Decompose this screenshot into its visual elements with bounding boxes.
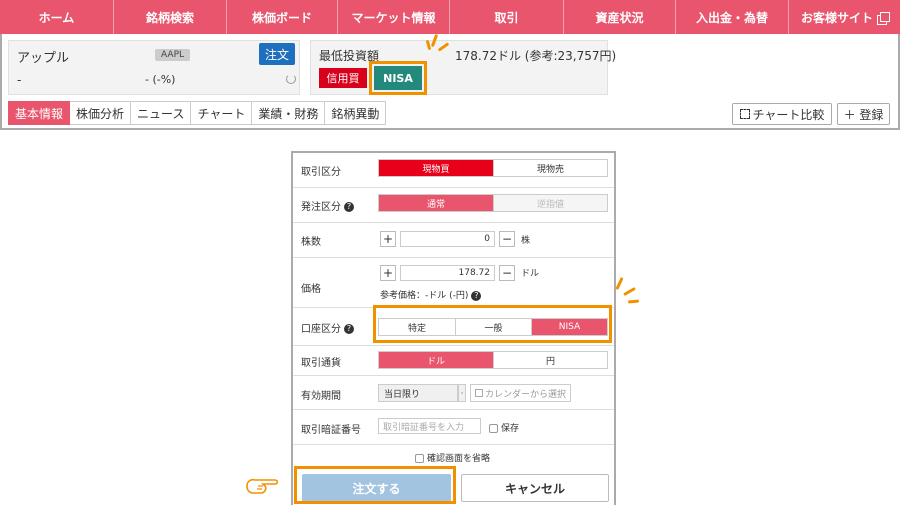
- help-icon[interactable]: ?: [344, 202, 354, 212]
- pin-label: 取引暗証番号: [301, 425, 361, 436]
- currency-row: 取引通貨 ドル 円: [293, 346, 614, 376]
- tab-chart[interactable]: チャート: [191, 101, 253, 125]
- stock-change: - (-%): [145, 73, 176, 86]
- order-type-label-text: 発注区分: [301, 202, 341, 213]
- nisa-button[interactable]: NISA: [374, 66, 422, 90]
- currency-usd[interactable]: ドル: [379, 352, 494, 368]
- tab-news[interactable]: ニュース: [131, 101, 192, 125]
- order-type-row: 発注区分? 通常 逆指値: [293, 188, 614, 223]
- min-invest-amount: 178.72ドル (参考:23,757円): [455, 49, 617, 63]
- stock-subtabs: 基本情報 株価分析 ニュース チャート 業績・財務 銘柄異動: [8, 101, 387, 125]
- price-input[interactable]: 178.72: [400, 265, 495, 281]
- register-button[interactable]: ＋ 登録: [837, 103, 890, 125]
- min-invest-box: 最低投資額 178.72ドル (参考:23,757円) 信用買: [310, 40, 616, 95]
- calendar-select-button[interactable]: カレンダーから選択: [470, 384, 572, 402]
- qty-label: 株数: [301, 237, 321, 248]
- top-nav: ホーム 銘柄検索 株価ボード マーケット情報 取引 資産状況 入出金・為替 お客…: [0, 0, 900, 34]
- chart-compare-button[interactable]: チャート比較: [732, 103, 832, 125]
- pin-save-checkbox[interactable]: [489, 424, 498, 433]
- calendar-select-label: カレンダーから選択: [485, 389, 567, 400]
- pin-save-label: 保存: [501, 424, 520, 434]
- expiry-label: 有効期間: [301, 391, 341, 402]
- chart-compare-label: チャート比較: [752, 107, 825, 122]
- price-reference-text: 参考価格：-ドル (-円): [380, 291, 469, 301]
- stock-info: アップル AAPL 注文 - - (-%): [8, 40, 300, 95]
- nav-stock-board[interactable]: 株価ボード: [227, 0, 338, 34]
- submit-highlight: [294, 466, 456, 504]
- nav-assets[interactable]: 資産状況: [564, 0, 676, 34]
- nav-stock-search[interactable]: 銘柄検索: [114, 0, 227, 34]
- order-button[interactable]: 注文: [259, 43, 295, 65]
- order-type-toggle: 通常 逆指値: [378, 194, 608, 212]
- qty-unit: 株: [521, 236, 531, 246]
- nav-customer-site-label: お客様サイト: [800, 10, 873, 25]
- account-label-text: 口座区分: [301, 324, 341, 335]
- calendar-icon: [475, 389, 483, 397]
- external-link-icon: [877, 11, 890, 25]
- credit-buy-button[interactable]: 信用買: [319, 68, 367, 88]
- trade-type-sell[interactable]: 現物売: [494, 160, 607, 176]
- trade-type-label: 取引区分: [301, 167, 341, 178]
- order-type-label: 発注区分?: [301, 198, 354, 213]
- nav-customer-site[interactable]: お客様サイト: [789, 0, 900, 34]
- pin-input[interactable]: 取引暗証番号を入力: [378, 418, 481, 434]
- ticker-badge: AAPL: [155, 49, 191, 61]
- nav-market-info[interactable]: マーケット情報: [338, 0, 450, 34]
- qty-plus-button[interactable]: +: [380, 231, 396, 247]
- order-type-normal[interactable]: 通常: [379, 195, 494, 211]
- tab-stock-changes[interactable]: 銘柄異動: [325, 101, 387, 125]
- qty-input[interactable]: 0: [400, 231, 495, 247]
- help-icon[interactable]: ?: [471, 290, 482, 301]
- attention-burst-icon: [425, 33, 455, 64]
- nav-deposit-exchange[interactable]: 入出金・為替: [676, 0, 789, 34]
- tab-price-analysis[interactable]: 株価分析: [70, 101, 132, 125]
- attention-burst-icon: [612, 276, 646, 309]
- tab-basic-info[interactable]: 基本情報: [8, 101, 71, 125]
- cancel-button[interactable]: キャンセル: [461, 474, 609, 502]
- price-label: 価格: [301, 284, 321, 295]
- chart-compare-icon: [739, 109, 750, 119]
- pin-row: 取引暗証番号 取引暗証番号を入力 保存: [293, 410, 614, 445]
- expiry-select[interactable]: 当日限り: [378, 384, 458, 402]
- pointing-hand-icon: [246, 478, 279, 494]
- chevron-down-icon[interactable]: ·: [458, 384, 466, 402]
- order-type-stop[interactable]: 逆指値: [494, 195, 607, 211]
- price-unit: ドル: [521, 269, 540, 279]
- currency-toggle: ドル 円: [378, 351, 608, 369]
- trade-type-row: 取引区分 現物買 現物売: [293, 153, 614, 188]
- trade-type-toggle: 現物買 現物売: [378, 159, 608, 177]
- price-reference: 参考価格：-ドル (-円)?: [380, 288, 482, 301]
- trade-type-buy[interactable]: 現物買: [379, 160, 494, 176]
- skip-confirm-checkbox[interactable]: [415, 454, 424, 463]
- tab-financials[interactable]: 業績・財務: [252, 101, 326, 125]
- skip-confirm[interactable]: 確認画面を省略: [415, 451, 490, 464]
- skip-confirm-label: 確認画面を省略: [427, 454, 491, 464]
- qty-row: 株数 + 0 − 株: [293, 223, 614, 258]
- nisa-highlight: NISA: [369, 61, 427, 95]
- nav-trade[interactable]: 取引: [450, 0, 564, 34]
- price-minus-button[interactable]: −: [499, 265, 515, 281]
- account-highlight: [373, 305, 612, 343]
- currency-label: 取引通貨: [301, 358, 341, 369]
- stock-price: -: [17, 73, 22, 87]
- qty-minus-button[interactable]: −: [499, 231, 515, 247]
- price-plus-button[interactable]: +: [380, 265, 396, 281]
- pin-save[interactable]: 保存: [489, 421, 519, 434]
- currency-jpy[interactable]: 円: [494, 352, 607, 368]
- expiry-row: 有効期間 当日限り · カレンダーから選択: [293, 376, 614, 410]
- price-row: 価格 + 178.72 − ドル 参考価格：-ドル (-円)?: [293, 258, 614, 308]
- refresh-icon[interactable]: [286, 74, 296, 84]
- stock-name: アップル: [17, 51, 70, 66]
- help-icon[interactable]: ?: [344, 324, 354, 334]
- account-label: 口座区分?: [301, 320, 354, 335]
- nav-home[interactable]: ホーム: [0, 0, 114, 34]
